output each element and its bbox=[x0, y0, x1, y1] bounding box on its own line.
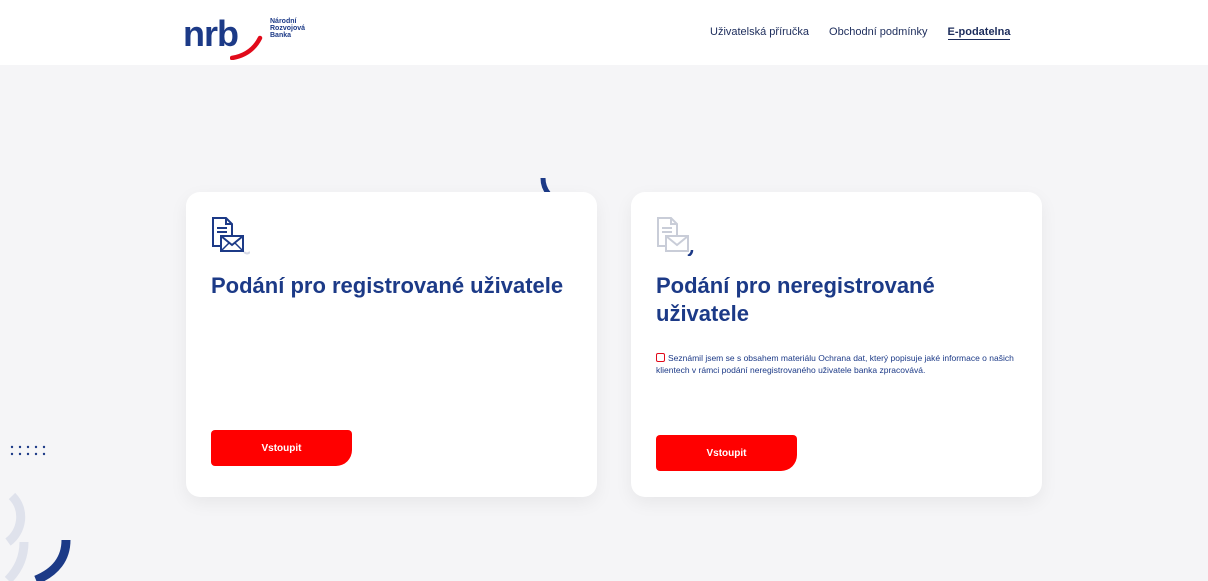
nav-link-e-podatelna[interactable]: E-podatelna bbox=[947, 26, 1011, 40]
decorative-arcs-icon bbox=[4, 492, 71, 581]
logo-line-3: Banka bbox=[270, 32, 292, 39]
site-header: nrb Národní Rozvojová Banka Uživatelská … bbox=[0, 0, 1208, 65]
main-nav: Uživatelská příručka Obchodní podmínky E… bbox=[710, 26, 1030, 40]
logo-swoosh-icon bbox=[230, 35, 263, 60]
enter-registered-button[interactable]: Vstoupit bbox=[211, 430, 352, 466]
document-envelope-icon bbox=[212, 217, 250, 255]
nav-link-terms[interactable]: Obchodní podmínky bbox=[829, 26, 927, 40]
decorative-dots-icon bbox=[10, 445, 46, 456]
registered-users-card: Podání pro registrované uživatele Vstoup… bbox=[186, 192, 597, 497]
nav-link-user-guide[interactable]: Uživatelská příručka bbox=[710, 26, 809, 40]
unregistered-card-title: Podání pro neregistrované uživatele bbox=[656, 273, 935, 326]
document-envelope-icon bbox=[657, 217, 694, 256]
logo-line-2: Rozvojová bbox=[270, 25, 306, 32]
data-protection-consent: Seznámil jsem se s obsahem materiálu Och… bbox=[656, 352, 1016, 376]
nrb-logo[interactable]: nrb Národní Rozvojová Banka bbox=[183, 14, 333, 60]
registered-card-title: Podání pro registrované uživatele bbox=[211, 273, 564, 298]
logo-bank-name: Národní Rozvojová Banka bbox=[270, 18, 305, 39]
consent-text: Seznámil jsem se s obsahem materiálu Och… bbox=[656, 353, 1014, 375]
consent-checkbox[interactable] bbox=[656, 353, 665, 362]
logo-line-1: Národní bbox=[270, 18, 297, 25]
unregistered-users-card: Podání pro neregistrované uživatele Sezn… bbox=[631, 192, 1042, 497]
enter-unregistered-button[interactable]: Vstoupit bbox=[656, 435, 797, 471]
